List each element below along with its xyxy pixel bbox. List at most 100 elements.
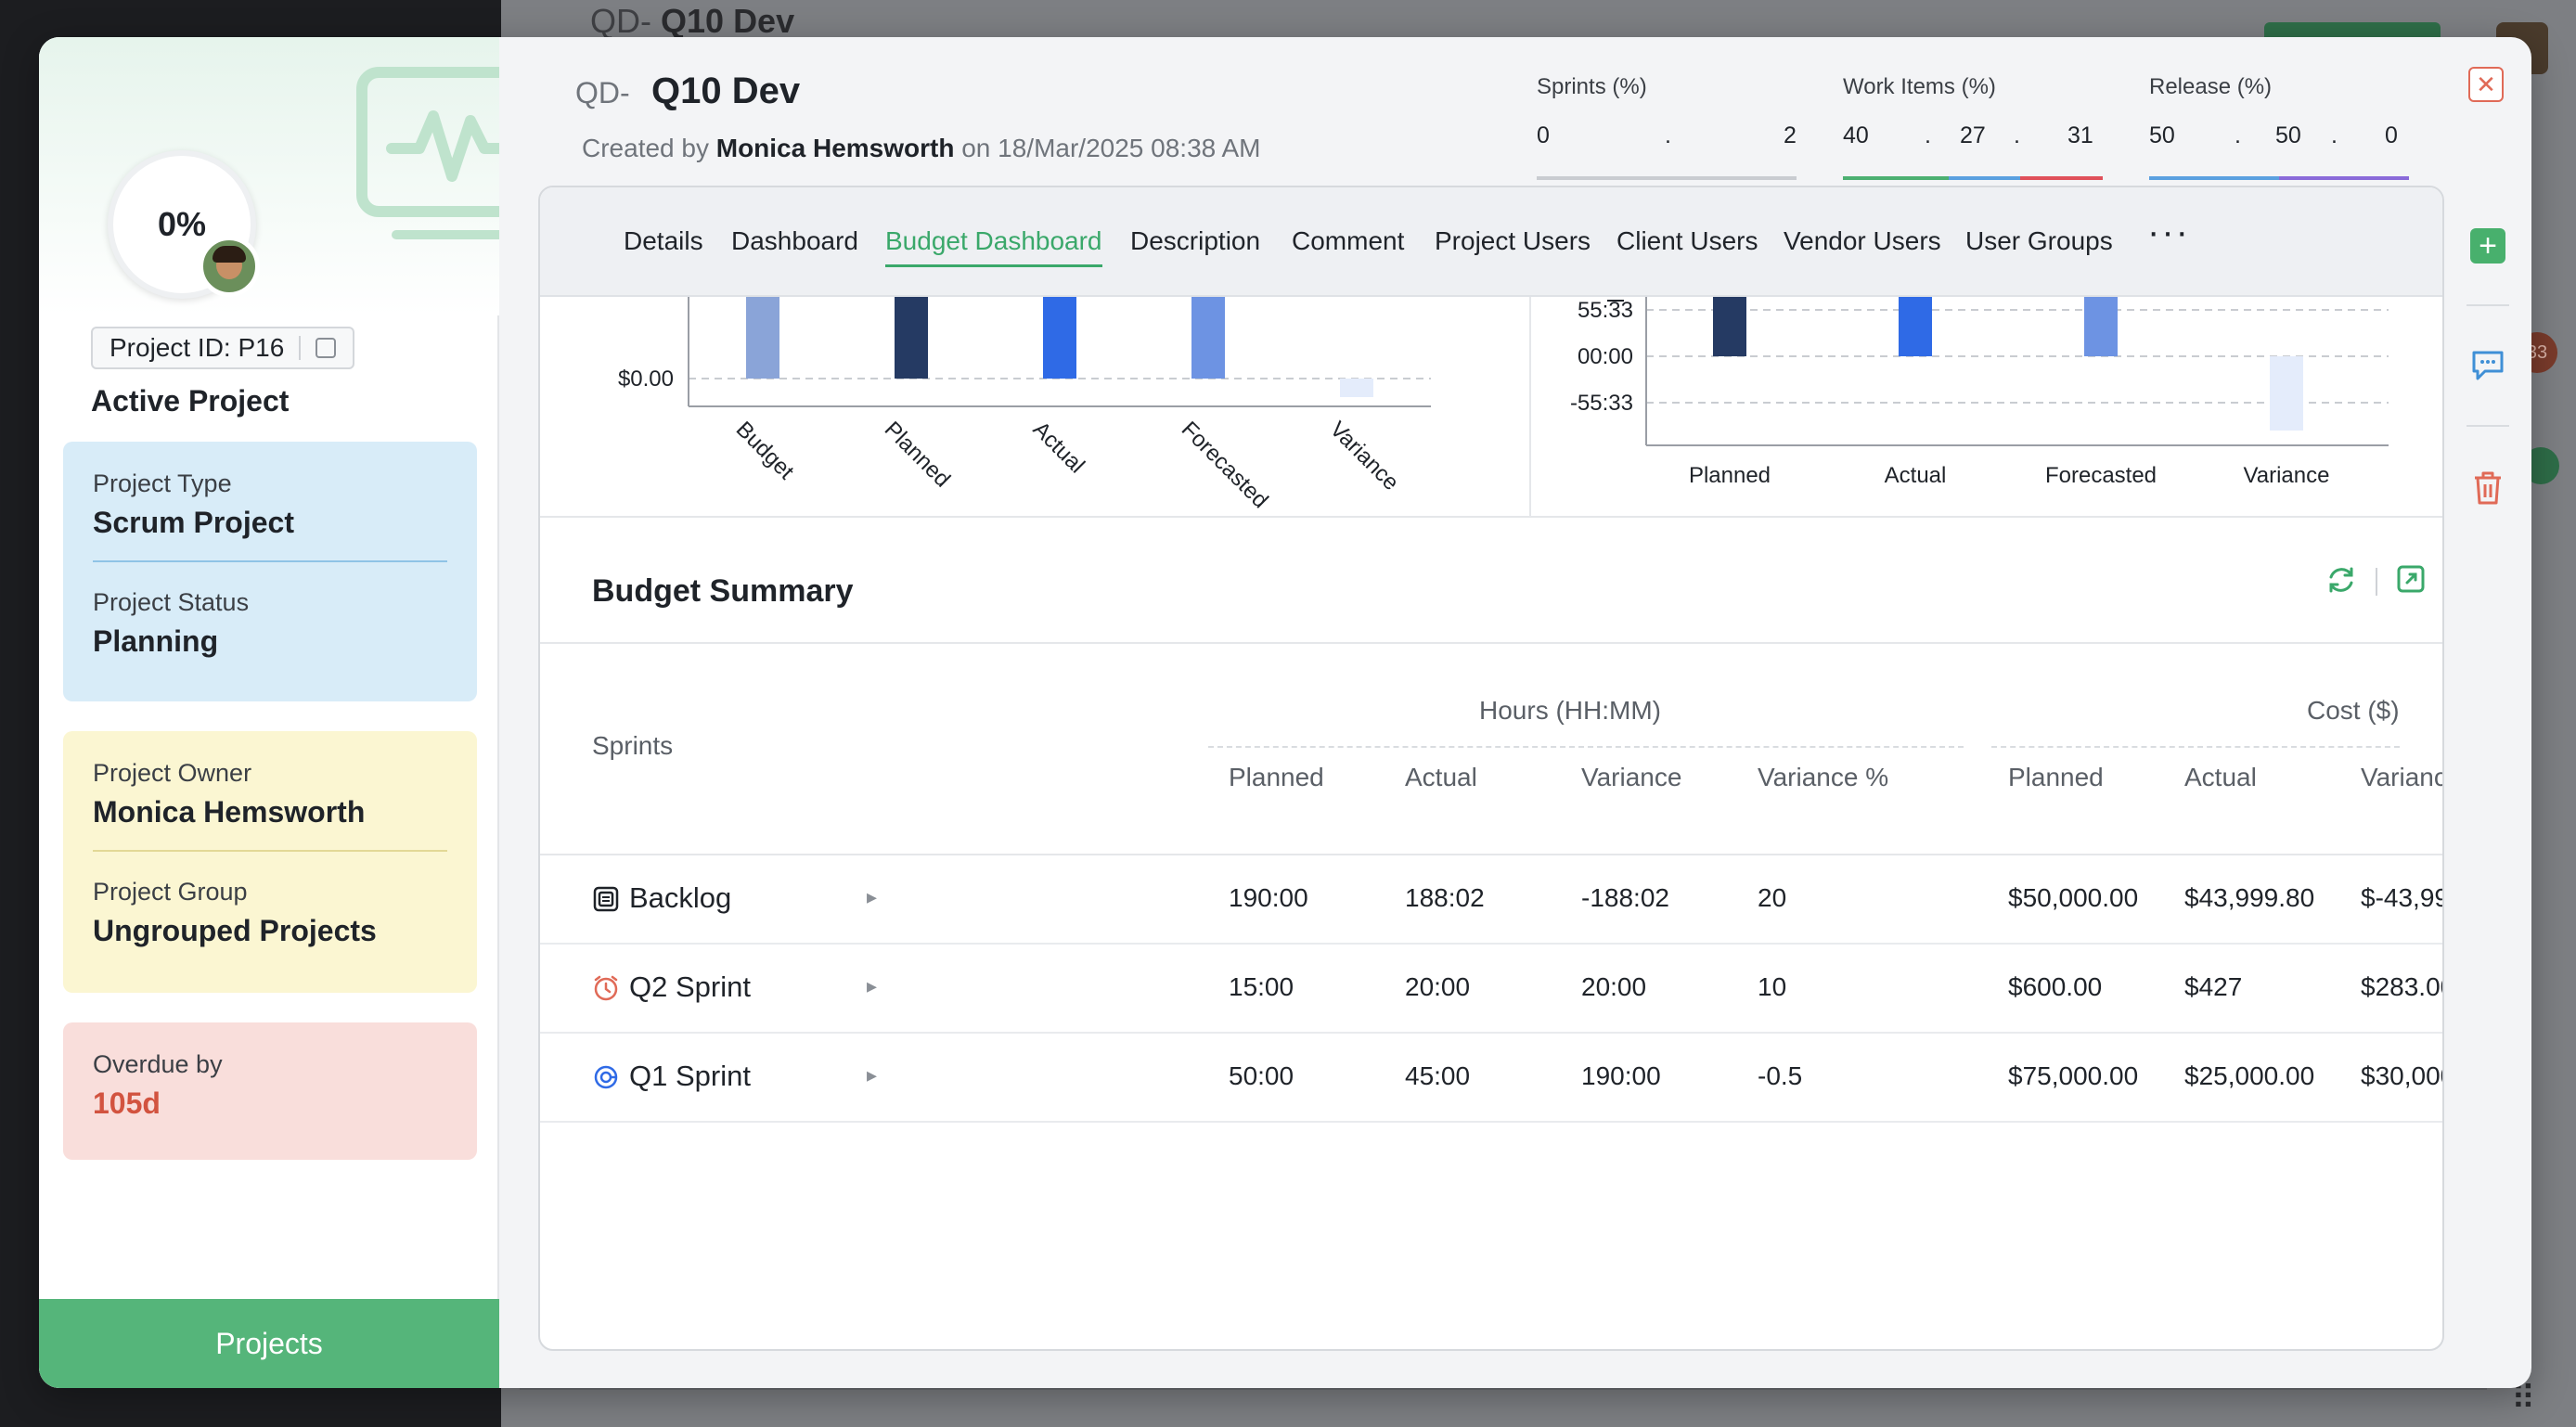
release-metric: Release (%) 50 . 50 . 0: [2149, 74, 2409, 180]
sprints-metric-label: Sprints (%): [1537, 74, 1647, 99]
project-type-value: Scrum Project: [93, 506, 294, 539]
work-items-metric-label: Work Items (%): [1843, 74, 1996, 99]
overdue-card: Overdue by 105d: [63, 1022, 477, 1160]
tab-comment[interactable]: Comment: [1292, 226, 1404, 256]
background-divider: [520, 1388, 2487, 1390]
sprint-name[interactable]: Q2 Sprint: [629, 971, 751, 1004]
tab-description[interactable]: Description: [1130, 226, 1260, 256]
table-row[interactable]: Backlog ▸ 190:00 188:02 -188:02 20 $50,0…: [540, 855, 2442, 945]
table-row[interactable]: Q1 Sprint ▸ 50:00 45:00 190:00 -0.5 $75,…: [540, 1034, 2442, 1123]
project-status-label: Project Status: [93, 588, 250, 616]
panel-hero: 0%: [39, 37, 499, 315]
chart-bar-variance[interactable]: [2270, 356, 2303, 431]
release-metric-label: Release (%): [2149, 74, 2273, 99]
table-row[interactable]: Q2 Sprint ▸ 15:00 20:00 20:00 10 $600.00…: [540, 945, 2442, 1034]
timer-icon: [594, 975, 618, 1001]
project-info-panel: 0% Project ID: P16 Active Project Projec…: [39, 37, 499, 1388]
caret-right-icon[interactable]: ▸: [867, 1063, 877, 1087]
project-state: Active Project: [91, 384, 290, 418]
more-tabs-icon[interactable]: ···: [2147, 212, 2190, 253]
project-owner-label: Project Owner: [93, 759, 252, 787]
project-group-label: Project Group: [93, 878, 248, 906]
tab-budget-dashboard[interactable]: Budget Dashboard: [885, 226, 1102, 267]
x-tick-label: Actual: [1885, 463, 1947, 488]
chart-bar-actual[interactable]: [1899, 297, 1932, 356]
x-tick-label: Planned: [1689, 463, 1771, 488]
owner-avatar[interactable]: [199, 236, 260, 297]
project-title[interactable]: Q10 Dev: [651, 71, 800, 112]
budget-charts: $0.00 Budget Planned Actual Forecasted Varian…: [540, 297, 2442, 518]
tab-details[interactable]: Details: [624, 226, 703, 256]
sprints-metric: Sprints (%) 0 . 2: [1537, 74, 1797, 180]
tab-vendor-users[interactable]: Vendor Users: [1784, 226, 1941, 256]
hours-planned-header: Planned: [1229, 763, 1324, 791]
hours-actual-header: Actual: [1405, 763, 1477, 791]
caret-right-icon[interactable]: ▸: [867, 974, 877, 998]
project-status-value[interactable]: Planning: [93, 624, 447, 659]
tab-user-groups[interactable]: User Groups: [1965, 226, 2113, 256]
work-items-progress-bar: [1843, 176, 2103, 180]
cost-planned-header: Planned: [2008, 763, 2104, 791]
chart-bar-actual[interactable]: [1043, 297, 1076, 379]
comment-icon[interactable]: [2470, 349, 2505, 382]
cost-chart: $0.00 Budget Planned Actual Forecasted Varian…: [618, 297, 1431, 513]
creator-name: Monica Hemsworth: [715, 134, 955, 162]
sprint-cycle-icon: [594, 1065, 618, 1089]
background-title: QD- Q10 Dev: [590, 2, 795, 40]
projects-button[interactable]: Projects: [39, 1299, 499, 1388]
x-tick-label: Forecasted: [1177, 417, 1273, 513]
sprint-name[interactable]: Q1 Sprint: [629, 1060, 751, 1093]
sprints-column-header: Sprints: [592, 731, 674, 760]
hours-group-header: Hours (HH:MM): [1479, 696, 1661, 725]
project-id-text: Project ID: P16: [109, 333, 285, 362]
tab-bar: Details Dashboard Budget Dashboard Descr…: [540, 187, 2442, 297]
x-tick-label: Planned: [880, 417, 955, 492]
backlog-icon: [593, 886, 619, 912]
project-key-prefix: QD-: [575, 76, 630, 109]
chart-bar-planned[interactable]: [1713, 297, 1746, 356]
overdue-label: Overdue by: [93, 1050, 223, 1078]
y-tick-label: $0.00: [618, 366, 674, 392]
project-modal: 0% Project ID: P16 Active Project Projec…: [39, 37, 2531, 1388]
sprints-progress-bar: [1537, 176, 1797, 180]
x-tick-label: Actual: [1028, 417, 1089, 478]
close-icon[interactable]: ✕: [2468, 67, 2504, 102]
tab-dashboard[interactable]: Dashboard: [731, 226, 858, 256]
x-tick-label: Forecasted: [2045, 463, 2157, 488]
x-tick-label: Variance: [2244, 463, 2330, 488]
project-owner-value[interactable]: Monica Hemsworth: [93, 795, 447, 829]
x-tick-label: Budget: [731, 417, 799, 484]
cost-variance-header: Variance: [2361, 763, 2442, 791]
project-type-card: Project Type Scrum Project Project Statu…: [63, 442, 477, 701]
chart-bar-budget[interactable]: [746, 297, 779, 379]
tab-client-users[interactable]: Client Users: [1616, 226, 1758, 256]
created-info: Created by Monica Hemsworth on 18/Mar/20…: [582, 134, 1261, 162]
chart-bar-forecasted[interactable]: [1191, 297, 1225, 379]
y-tick-label: 00:00: [1578, 344, 1633, 369]
refresh-icon[interactable]: [2325, 564, 2357, 596]
tab-project-users[interactable]: Project Users: [1435, 226, 1591, 256]
monitor-illustration-icon: [356, 67, 499, 239]
project-id-chip[interactable]: Project ID: P16: [91, 327, 355, 369]
content-card: Details Dashboard Budget Dashboard Descr…: [538, 186, 2444, 1351]
hours-variance-header: Variance: [1581, 763, 1682, 791]
y-tick-label: 55:33: [1578, 298, 1633, 323]
chart-bar-variance[interactable]: [1340, 379, 1373, 397]
project-group-value[interactable]: Ungrouped Projects: [93, 914, 447, 948]
add-icon[interactable]: +: [2470, 228, 2505, 264]
expand-icon[interactable]: [2396, 564, 2426, 594]
caret-right-icon[interactable]: ▸: [867, 885, 877, 909]
chart-bar-planned[interactable]: [895, 297, 928, 379]
release-progress-bar: [2149, 176, 2409, 180]
project-owner-card: Project Owner Monica Hemsworth Project G…: [63, 731, 477, 993]
hours-chart: 55:33 00:00 -55:33 Planned Actual Forecasted V…: [1570, 297, 2389, 488]
cost-group-header: Cost ($): [2307, 696, 2400, 725]
delete-icon[interactable]: [2472, 469, 2504, 507]
chart-bar-forecasted[interactable]: [2084, 297, 2118, 356]
hours-variance-pct-header: Variance %: [1758, 763, 1889, 791]
copy-icon[interactable]: [316, 338, 337, 358]
sprint-name[interactable]: Backlog: [629, 881, 731, 915]
y-tick-label: -55:33: [1570, 391, 1633, 416]
cost-actual-header: Actual: [2184, 763, 2257, 791]
x-tick-label: Variance: [1325, 417, 1404, 495]
